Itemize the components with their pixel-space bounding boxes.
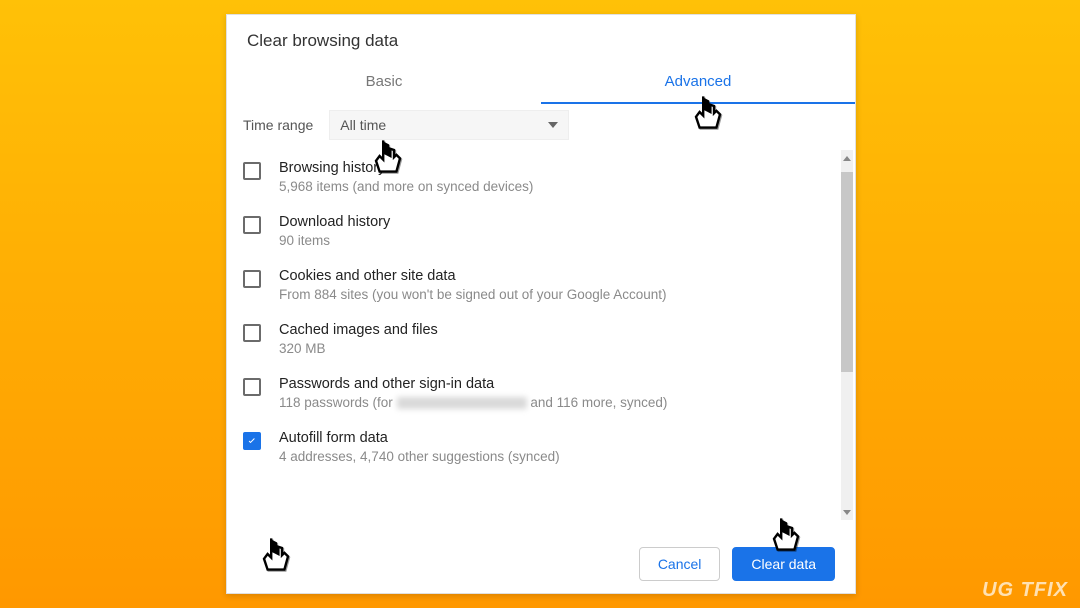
clear-data-button[interactable]: Clear data — [732, 547, 835, 581]
item-subtitle: 4 addresses, 4,740 other suggestions (sy… — [279, 449, 560, 464]
time-range-label: Time range — [243, 117, 313, 133]
tab-bar: Basic Advanced — [227, 61, 855, 104]
item-subtitle: 5,968 items (and more on synced devices) — [279, 179, 533, 194]
time-range-row: Time range All time — [227, 104, 855, 150]
tab-basic[interactable]: Basic — [227, 61, 541, 104]
item-title: Browsing history — [279, 160, 533, 176]
scrollbar-thumb[interactable] — [841, 172, 853, 372]
checkbox-browsing-history[interactable] — [243, 162, 261, 180]
time-range-value: All time — [340, 117, 386, 133]
scroll-up-icon[interactable] — [841, 152, 853, 164]
list-item: Autofill form data 4 addresses, 4,740 ot… — [227, 420, 837, 474]
time-range-select[interactable]: All time — [329, 110, 569, 140]
redacted-text — [397, 397, 527, 409]
item-title: Cached images and files — [279, 322, 438, 338]
checkbox-autofill[interactable] — [243, 432, 261, 450]
item-subtitle: 320 MB — [279, 341, 438, 356]
watermark-text: UG TFIX — [982, 579, 1068, 602]
tab-advanced[interactable]: Advanced — [541, 61, 855, 104]
checkbox-download-history[interactable] — [243, 216, 261, 234]
scroll-down-icon[interactable] — [841, 506, 853, 518]
list-item: Cached images and files 320 MB — [227, 312, 837, 366]
item-title: Autofill form data — [279, 430, 560, 446]
clear-browsing-data-dialog: Clear browsing data Basic Advanced Time … — [226, 14, 856, 594]
options-list: Browsing history 5,968 items (and more o… — [227, 150, 855, 520]
checkbox-cached[interactable] — [243, 324, 261, 342]
item-title: Passwords and other sign-in data — [279, 376, 667, 392]
item-title: Download history — [279, 214, 390, 230]
item-subtitle: 118 passwords (for and 116 more, synced) — [279, 395, 667, 410]
list-item: Browsing history 5,968 items (and more o… — [227, 150, 837, 204]
cancel-button[interactable]: Cancel — [639, 547, 721, 581]
checkbox-cookies[interactable] — [243, 270, 261, 288]
list-item: Download history 90 items — [227, 204, 837, 258]
checkbox-passwords[interactable] — [243, 378, 261, 396]
list-item: Cookies and other site data From 884 sit… — [227, 258, 837, 312]
dialog-footer: Cancel Clear data — [227, 535, 855, 593]
chevron-down-icon — [548, 122, 558, 128]
item-title: Cookies and other site data — [279, 268, 667, 284]
list-item: Passwords and other sign-in data 118 pas… — [227, 366, 837, 420]
item-subtitle: From 884 sites (you won't be signed out … — [279, 287, 667, 302]
dialog-title: Clear browsing data — [227, 15, 855, 61]
item-subtitle: 90 items — [279, 233, 390, 248]
